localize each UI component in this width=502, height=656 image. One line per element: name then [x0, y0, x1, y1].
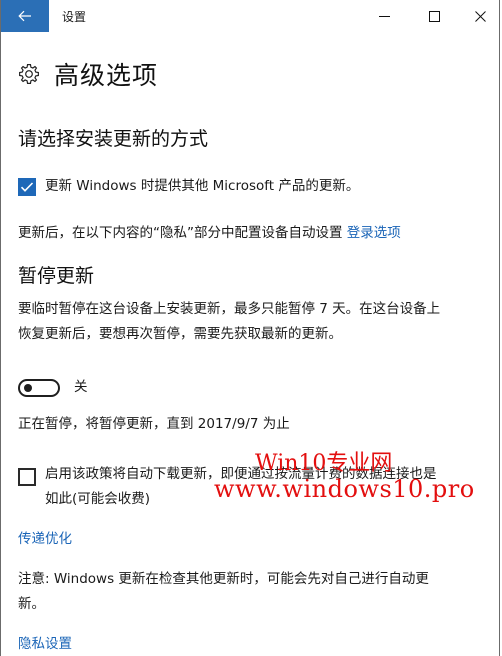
- pause-updates-heading: 暂停更新: [18, 265, 95, 287]
- other-products-checkbox[interactable]: [18, 177, 36, 196]
- toggle-knob: [24, 383, 32, 392]
- arrow-left-icon: [18, 10, 31, 22]
- window-title: 设置: [62, 10, 87, 24]
- close-icon: [474, 10, 486, 22]
- pause-toggle-row: 关: [18, 375, 88, 400]
- other-products-checkbox-row[interactable]: 更新 Windows 时提供其他 Microsoft 产品的更新。: [18, 174, 359, 199]
- pause-description-line: 恢复更新后，要想再次暂停，需要先获取最新的更新。: [18, 326, 342, 342]
- pause-updates-toggle[interactable]: [18, 378, 60, 397]
- metered-connection-checkbox[interactable]: [18, 468, 36, 486]
- note-line: 注意: Windows 更新在检查其他更新时，可能会先对自己进行自动更: [18, 571, 429, 587]
- pause-description: 要临时暂停在这台设备上安装更新，最多只能暂停 7 天。在这台设备上 恢复更新后，…: [18, 297, 440, 347]
- maximize-icon: [428, 10, 440, 22]
- note-line: 新。: [18, 596, 45, 612]
- signin-options-row: 更新后，在以下内容的“隐私”部分中配置设备自动设置 登录选项: [18, 221, 401, 246]
- page-title: 高级选项: [54, 61, 159, 90]
- signin-description: 更新后，在以下内容的“隐私”部分中配置设备自动设置: [18, 225, 343, 241]
- other-products-label: 更新 Windows 时提供其他 Microsoft 产品的更新。: [45, 178, 360, 194]
- close-button[interactable]: [457, 0, 499, 32]
- minimize-button[interactable]: [361, 0, 407, 32]
- pause-status-text: 正在暂停，将暂停更新，直到 2017/9/7 为止: [18, 416, 290, 432]
- watermark-site-name: Win10专业网: [255, 451, 393, 476]
- self-update-note: 注意: Windows 更新在检查其他更新时，可能会先对自己进行自动更 新。: [18, 567, 429, 617]
- page-header: 高级选项: [18, 56, 158, 92]
- signin-options-link[interactable]: 登录选项: [347, 225, 401, 241]
- checkmark-icon: [20, 181, 34, 192]
- title-bar: 设置: [1, 0, 499, 32]
- delivery-optimization-link[interactable]: 传递优化: [18, 527, 72, 552]
- install-method-heading: 请选择安装更新的方式: [18, 128, 209, 150]
- back-button[interactable]: [1, 0, 49, 32]
- settings-window: 设置 高级选项 请选择安装更新的方式 更新 Windows 时提供其他 Micr…: [0, 0, 500, 656]
- toggle-state-label: 关: [74, 379, 88, 395]
- maximize-button[interactable]: [411, 0, 457, 32]
- gear-icon: [19, 64, 39, 84]
- minimize-icon: [378, 15, 390, 17]
- pause-description-line: 要临时暂停在这台设备上安装更新，最多只能暂停 7 天。在这台设备上: [18, 301, 441, 317]
- privacy-settings-link[interactable]: 隐私设置: [18, 632, 72, 656]
- watermark-url: www.windows10.pro: [214, 475, 475, 503]
